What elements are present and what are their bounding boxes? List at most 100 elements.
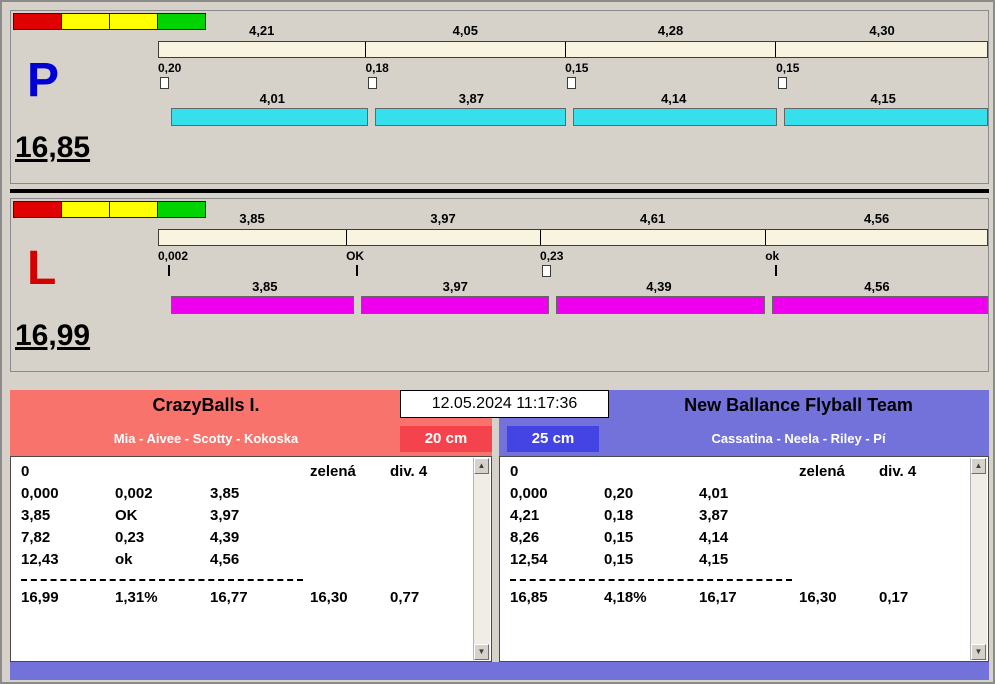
dog-time-bar — [171, 108, 988, 126]
crossing-value: 0,002 — [158, 249, 189, 263]
table-cell — [115, 461, 210, 483]
table-cell — [699, 461, 799, 483]
lane-panel-l: 3,85 3,97 4,61 4,56 0,002 OK 0,23 ok 3,8… — [10, 198, 989, 372]
table-body: 0 zelená div. 4 0,000 0,002 3,85 3,85 OK — [21, 461, 467, 609]
pass-bar-segment — [539, 230, 765, 245]
table-row: 0 zelená div. 4 — [510, 461, 964, 483]
height-badge-left: 20 cm — [400, 426, 492, 452]
pass-time: 4,61 — [639, 211, 666, 226]
totals-separator — [21, 579, 303, 581]
table-cell — [390, 549, 467, 571]
table-row: 12,43 ok 4,56 — [21, 549, 467, 571]
table-row: 0,000 0,20 4,01 — [510, 483, 964, 505]
crossing-cell: 0,002 — [158, 249, 346, 279]
dog-time: 4,39 — [646, 279, 672, 294]
pass-time: 4,28 — [657, 23, 684, 38]
table-cell: 0,17 — [879, 589, 909, 606]
table-cell: 0,77 — [390, 589, 420, 606]
dog-time: 4,15 — [870, 91, 896, 106]
table-cell: 0,15 — [604, 529, 634, 546]
yellow-light-icon — [61, 13, 110, 30]
lane-panel-p: 4,21 4,05 4,28 4,30 0,20 0,18 0,15 0,15 … — [10, 10, 989, 184]
table-cell: 0,18 — [604, 507, 634, 524]
table-cell: zelená — [310, 463, 356, 480]
pass-time: 4,21 — [249, 23, 275, 38]
team-right-table: 0 zelená div. 4 0,000 0,20 4,01 4,21 0,1… — [499, 456, 989, 662]
checkbox-marker[interactable] — [567, 77, 577, 89]
table-cell — [310, 505, 390, 527]
totals-row: 16,85 4,18% 16,17 16,30 0,17 — [510, 587, 964, 609]
table-cell — [799, 549, 879, 571]
table-cell: 3,87 — [699, 507, 729, 524]
dog-bar-segment — [771, 296, 988, 314]
dog-times-row: 4,01 3,87 4,14 4,15 — [171, 91, 988, 106]
totals-separator — [510, 579, 792, 581]
table-cell: 0,15 — [604, 551, 634, 568]
yellow-light-icon — [61, 201, 110, 218]
pass-bar-segment — [775, 42, 987, 57]
table-cell: 0,23 — [115, 529, 145, 546]
checkbox-marker[interactable] — [778, 77, 788, 89]
table-row: 4,21 0,18 3,87 — [510, 505, 964, 527]
table-cell — [310, 549, 390, 571]
crossing-cell: OK — [346, 249, 540, 279]
scrollbar[interactable]: ▲ ▼ — [970, 458, 987, 660]
table-cell — [879, 505, 964, 527]
dog-time: 4,01 — [259, 91, 285, 106]
table-cell — [310, 483, 390, 505]
table-cell: 12,54 — [510, 551, 548, 568]
dog-time: 3,85 — [252, 279, 278, 294]
scroll-up-icon[interactable]: ▲ — [971, 458, 986, 474]
team-left-name: CrazyBalls I. — [152, 395, 260, 415]
pass-times-row: 3,85 3,97 4,61 4,56 — [158, 211, 988, 226]
pass-bar-segment — [564, 42, 776, 57]
pass-times-row: 4,21 4,05 4,28 4,30 — [158, 23, 988, 38]
crossing-cell: ok — [765, 249, 988, 279]
tick-marker — [775, 265, 778, 276]
pass-time: 3,97 — [430, 211, 456, 226]
table-cell — [879, 549, 964, 571]
pass-time: 4,56 — [863, 211, 890, 226]
dog-bar-segment — [556, 296, 765, 314]
table-cell: 3,97 — [210, 507, 240, 524]
dog-bar-segment — [171, 296, 354, 314]
table-cell: 1,31% — [115, 589, 158, 606]
scroll-up-icon[interactable]: ▲ — [474, 458, 489, 474]
crossing-value: 0,20 — [158, 61, 182, 75]
crossing-value: 0,15 — [565, 61, 589, 75]
pass-time: 3,85 — [239, 211, 265, 226]
table-cell: 0 — [510, 463, 519, 480]
table-cell: 3,85 — [210, 485, 240, 502]
dog-bar-segment — [360, 296, 550, 314]
lane-divider — [10, 189, 989, 193]
dog-time: 3,87 — [458, 91, 485, 106]
app-window: 4,21 4,05 4,28 4,30 0,20 0,18 0,15 0,15 … — [0, 0, 995, 684]
scroll-down-icon[interactable]: ▼ — [971, 644, 986, 660]
dog-bar-segment — [375, 108, 567, 126]
table-cell: 4,21 — [510, 507, 540, 524]
pass-time: 4,05 — [452, 23, 478, 38]
table-cell: div. 4 — [879, 463, 917, 480]
lane-letter: P — [27, 54, 60, 107]
table-cell — [879, 527, 964, 549]
pass-bar-segment — [365, 42, 564, 57]
table-cell: 4,56 — [210, 551, 240, 568]
table-cell: 16,30 — [310, 589, 348, 606]
table-row: 3,85 OK 3,97 — [21, 505, 467, 527]
checkbox-marker[interactable] — [160, 77, 169, 89]
table-cell — [390, 483, 467, 505]
datetime-display: 12.05.2024 11:17:36 — [400, 390, 609, 418]
table-cell: 4,01 — [699, 485, 729, 502]
table-cell: 4,39 — [210, 529, 240, 546]
table-cell: 0,000 — [510, 485, 548, 502]
scrollbar[interactable]: ▲ ▼ — [473, 458, 490, 660]
checkbox-marker[interactable] — [542, 265, 552, 277]
panel-gap — [492, 390, 499, 662]
scroll-down-icon[interactable]: ▼ — [474, 644, 489, 660]
checkbox-marker[interactable] — [367, 77, 377, 89]
table-cell: 16,85 — [510, 589, 548, 606]
table-cell: div. 4 — [390, 463, 428, 480]
lane-total-time: 16,99 — [15, 319, 91, 352]
table-cell: ok — [115, 551, 133, 568]
table-cell — [799, 505, 879, 527]
